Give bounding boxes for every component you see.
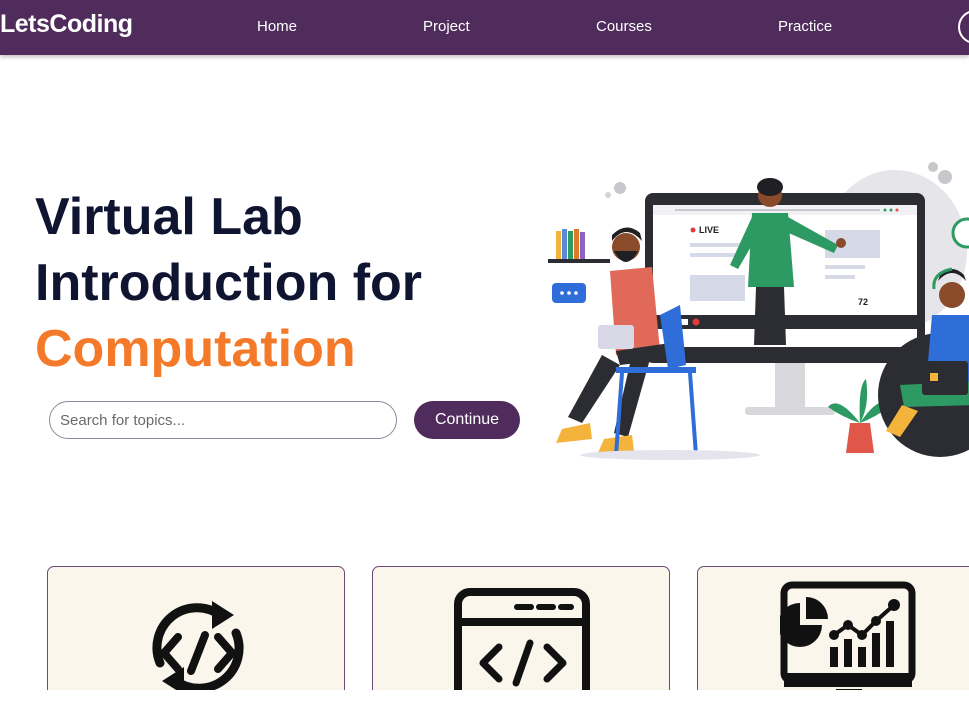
profile-icon[interactable] bbox=[958, 10, 969, 44]
hero-title-line-1: Virtual Lab bbox=[35, 188, 303, 246]
nav-link-practice[interactable]: Practice bbox=[778, 18, 832, 35]
analytics-monitor-icon bbox=[780, 581, 916, 699]
browser-code-icon bbox=[454, 588, 590, 705]
code-cycle-icon bbox=[152, 601, 244, 695]
nav-link-project[interactable]: Project bbox=[423, 18, 470, 35]
hero-title: Virtual Lab Introduction for Computation bbox=[35, 184, 422, 382]
live-badge: LIVE bbox=[699, 225, 719, 235]
feature-card-code-cycle[interactable] bbox=[47, 566, 345, 706]
hero-title-line-2: Introduction for bbox=[35, 254, 423, 312]
top-navbar: LetsCoding Home Project Courses Practice bbox=[0, 0, 969, 55]
hero-title-accent: Computation bbox=[35, 320, 356, 378]
continue-button[interactable]: Continue bbox=[414, 401, 520, 439]
page-bottom-edge bbox=[0, 690, 969, 727]
feature-card-browser-code[interactable] bbox=[372, 566, 670, 706]
feature-card-analytics[interactable] bbox=[697, 566, 969, 706]
search-input[interactable] bbox=[49, 401, 397, 439]
nav-link-courses[interactable]: Courses bbox=[596, 18, 652, 35]
viewer-count: 72 bbox=[858, 297, 868, 307]
brand-logo[interactable]: LetsCoding bbox=[0, 10, 133, 39]
hero-illustration: LIVE 72 bbox=[548, 162, 969, 460]
nav-link-home[interactable]: Home bbox=[257, 18, 297, 35]
